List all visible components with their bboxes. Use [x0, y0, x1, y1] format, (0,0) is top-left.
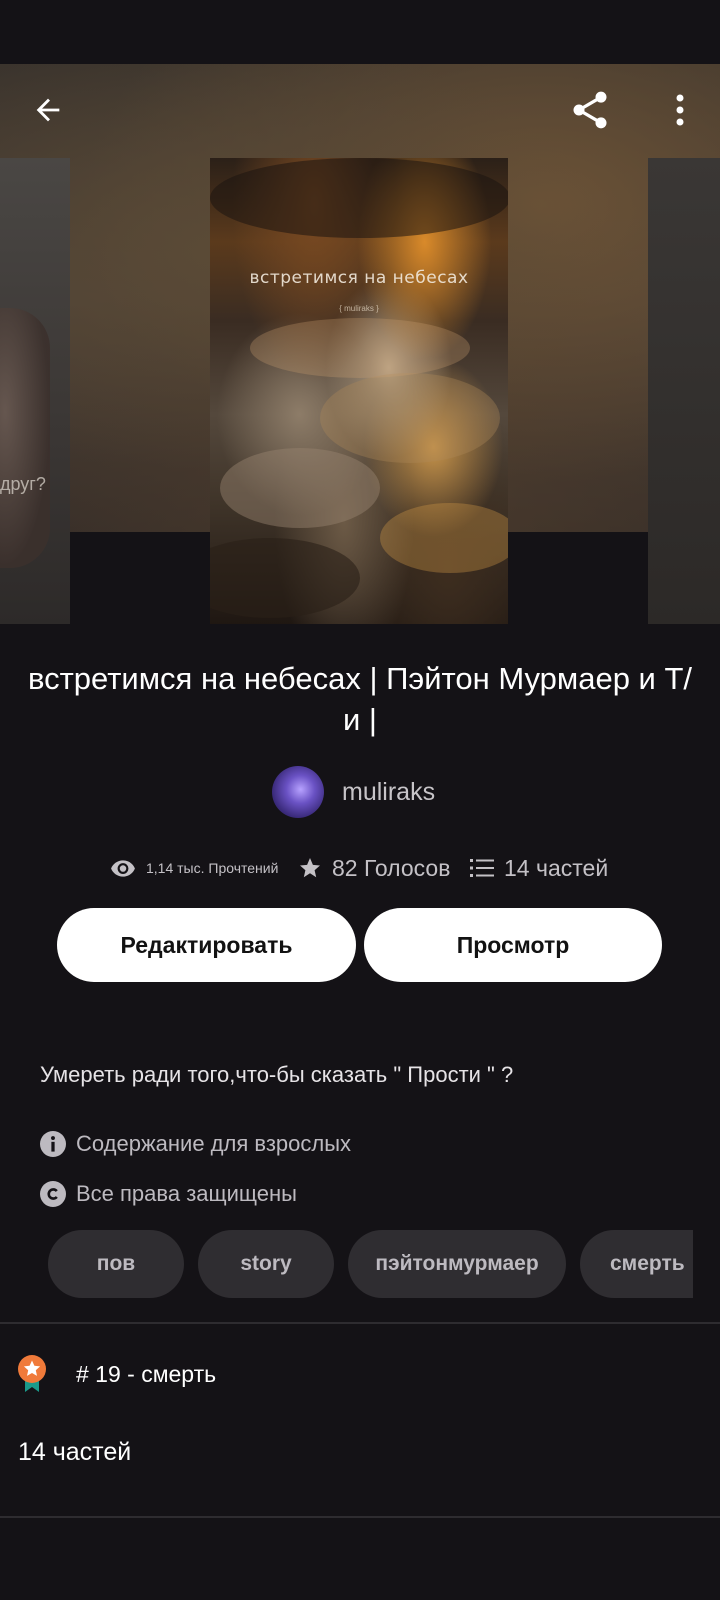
- previous-cover-text: друг?: [0, 474, 46, 494]
- more-options-button[interactable]: [652, 82, 708, 138]
- more-vertical-icon: [676, 94, 684, 126]
- parts-stat-count: 14 частей: [504, 854, 609, 881]
- edit-button[interactable]: Редактировать: [57, 908, 356, 982]
- section-divider: [0, 1322, 720, 1324]
- reads-count: 1,14 тыс. Прочтений: [146, 860, 279, 876]
- votes-count: 82 Голосов: [332, 854, 451, 881]
- story-stats: 1,14 тыс. Прочтений 82 Голосов 14 частей: [0, 848, 720, 888]
- section-divider: [0, 1516, 720, 1518]
- author-link[interactable]: muliraks: [272, 766, 435, 818]
- author-name[interactable]: muliraks: [342, 778, 435, 807]
- ranking-badge-icon: [18, 1355, 46, 1392]
- mature-content-label: Содержание для взрослых: [76, 1131, 352, 1156]
- cover-title-text: встретимся на небесах: [249, 268, 469, 288]
- tags-list[interactable]: пов story пэйтонмурмаер смерть: [48, 1230, 693, 1298]
- votes-stat: 82 Голосов: [298, 848, 450, 888]
- tag-chip[interactable]: пэйтонмурмаер: [348, 1230, 566, 1298]
- ranking-text[interactable]: # 19 - смерть: [76, 1361, 216, 1388]
- star-icon: [300, 858, 320, 878]
- cover-subtitle-text: { muliraks }: [339, 304, 379, 313]
- copyright-icon: [40, 1181, 66, 1207]
- ranking-row[interactable]: # 19 - смерть: [16, 1352, 216, 1396]
- tag-chip[interactable]: смерть: [580, 1230, 693, 1298]
- share-icon: [573, 91, 607, 129]
- info-icon: [40, 1131, 66, 1157]
- arrow-left-icon: [36, 98, 60, 122]
- author-avatar[interactable]: [272, 766, 324, 818]
- back-button[interactable]: [20, 82, 76, 138]
- next-story-cover[interactable]: [648, 158, 720, 624]
- view-button[interactable]: Просмотр: [364, 908, 662, 982]
- story-cover[interactable]: встретимся на небесах { muliraks }: [210, 158, 508, 624]
- status-bar: [0, 0, 720, 64]
- eye-icon: [111, 860, 135, 877]
- reads-stat: 1,14 тыс. Прочтений: [110, 848, 278, 888]
- mature-content-row: Содержание для взрослых: [40, 1128, 351, 1160]
- parts-stat: 14 частей: [470, 848, 608, 888]
- copyright-row: Все права защищены: [40, 1178, 297, 1210]
- story-description: Умереть ради того,что-бы сказать " Прост…: [40, 1062, 514, 1087]
- cover-clouds-art: [210, 158, 508, 618]
- tag-chip[interactable]: story: [198, 1230, 334, 1298]
- story-title: встретимся на небесах | Пэйтон Мурмаер и…: [27, 661, 693, 737]
- list-icon: [470, 859, 494, 877]
- story-details-screen: друг? встретимся на небесах { muliraks }: [0, 0, 720, 1600]
- previous-story-cover[interactable]: друг?: [0, 158, 70, 624]
- table-of-contents-header[interactable]: 14 частей: [18, 1438, 131, 1467]
- tag-chip[interactable]: пов: [48, 1230, 184, 1298]
- top-app-bar: [0, 64, 720, 160]
- copyright-label: Все права защищены: [76, 1181, 297, 1206]
- share-button[interactable]: [562, 82, 618, 138]
